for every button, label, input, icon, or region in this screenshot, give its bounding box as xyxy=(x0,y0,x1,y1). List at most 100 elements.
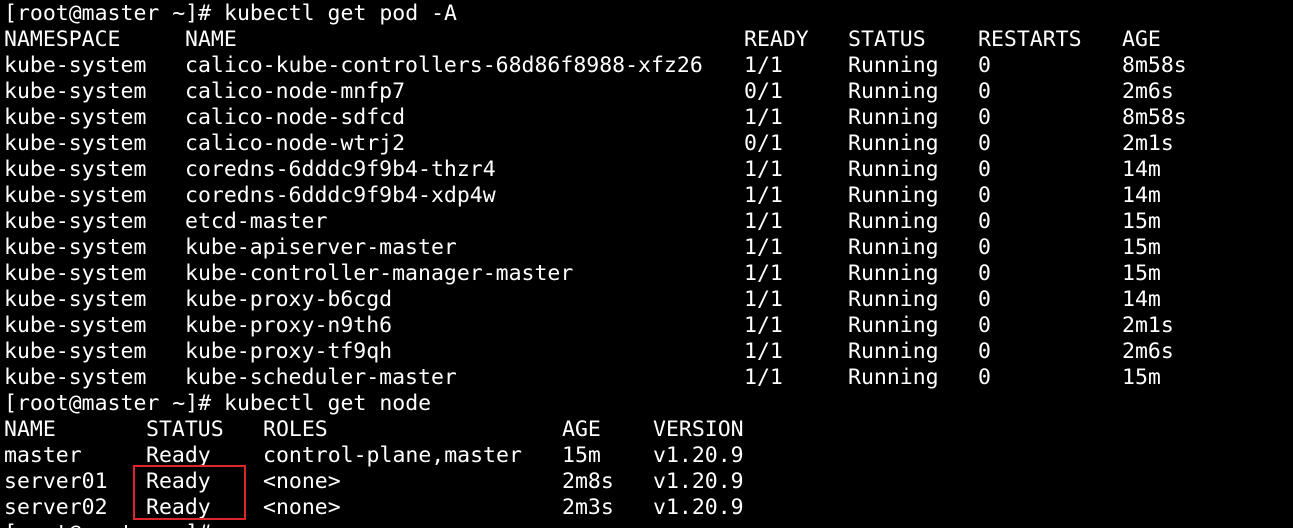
pods-cell: 0 xyxy=(978,131,991,156)
pods-cell: 1/1 xyxy=(744,53,783,78)
nodes-cell: 2m8s xyxy=(562,469,614,494)
pods-cell: 0/1 xyxy=(744,79,783,104)
pods-cell: 0 xyxy=(978,365,991,390)
nodes-cell: <none> xyxy=(263,495,341,520)
shell-prompt: [root@master ~]# xyxy=(4,1,212,26)
nodes-header-cell: NAME xyxy=(4,417,56,442)
pods-cell: 0 xyxy=(978,157,991,182)
pods-header-cell: NAME xyxy=(185,27,237,52)
pods-cell: kube-proxy-tf9qh xyxy=(185,339,393,364)
nodes-cell: control-plane,master xyxy=(263,443,522,468)
command-text: kubectl get node xyxy=(224,391,432,416)
nodes-cell: <none> xyxy=(263,469,341,494)
pods-cell: 0 xyxy=(978,79,991,104)
pods-cell: 1/1 xyxy=(744,183,783,208)
pods-header-cell: AGE xyxy=(1122,27,1161,52)
pods-cell: 1/1 xyxy=(744,339,783,364)
nodes-cell: 2m3s xyxy=(562,495,614,520)
pods-cell: 14m xyxy=(1122,157,1161,182)
pods-cell: calico-node-wtrj2 xyxy=(185,131,406,156)
pods-cell: coredns-6dddc9f9b4-thzr4 xyxy=(185,157,496,182)
pods-cell: kube-system xyxy=(4,131,147,156)
pods-header-cell: RESTARTS xyxy=(978,27,1082,52)
pods-cell: calico-node-mnfp7 xyxy=(185,79,406,104)
pods-cell: kube-apiserver-master xyxy=(185,235,457,260)
shell-prompt: [root@master ~]# xyxy=(4,521,211,528)
pods-cell: kube-system xyxy=(4,313,147,338)
pods-cell: 0 xyxy=(978,183,991,208)
pods-cell: Running xyxy=(848,131,939,156)
pods-cell: kube-scheduler-master xyxy=(185,365,457,390)
pods-cell: 0 xyxy=(978,209,991,234)
shell-prompt: [root@master ~]# xyxy=(4,391,212,416)
nodes-cell: master xyxy=(4,443,82,468)
pods-cell: 2m6s xyxy=(1122,339,1174,364)
pods-cell: kube-system xyxy=(4,53,147,78)
nodes-cell: v1.20.9 xyxy=(653,469,744,494)
pods-cell: 1/1 xyxy=(744,105,783,130)
pods-header-cell: NAMESPACE xyxy=(4,27,121,52)
next-prompt-line: [root@master ~]# xyxy=(0,521,211,528)
pods-cell: 0 xyxy=(978,261,991,286)
nodes-header-cell: ROLES xyxy=(263,417,328,442)
pods-cell: 0 xyxy=(978,287,991,312)
pods-cell: 1/1 xyxy=(744,235,783,260)
pods-cell: 0 xyxy=(978,105,991,130)
pods-command-line: [root@master ~]# kubectl get pod -A xyxy=(0,1,457,27)
pods-header-cell: READY xyxy=(744,27,809,52)
pods-cell: etcd-master xyxy=(185,209,328,234)
pods-cell: 1/1 xyxy=(744,365,783,390)
pods-cell: 15m xyxy=(1122,235,1161,260)
pods-cell: kube-controller-manager-master xyxy=(185,261,574,286)
pods-cell: 15m xyxy=(1122,209,1161,234)
pods-cell: Running xyxy=(848,287,939,312)
pods-cell: kube-system xyxy=(4,339,147,364)
pods-cell: 1/1 xyxy=(744,287,783,312)
nodes-cell: v1.20.9 xyxy=(653,495,744,520)
pods-cell: 1/1 xyxy=(744,157,783,182)
nodes-cell: server02 xyxy=(4,495,108,520)
pods-cell: kube-system xyxy=(4,157,147,182)
pods-cell: 1/1 xyxy=(744,261,783,286)
terminal-window[interactable]: [root@master ~]# kubectl get pod -A NAME… xyxy=(0,0,1293,528)
pods-cell: 0 xyxy=(978,313,991,338)
nodes-cell: server01 xyxy=(4,469,108,494)
pods-cell: Running xyxy=(848,105,939,130)
pods-cell: 14m xyxy=(1122,287,1161,312)
pods-cell: 0 xyxy=(978,339,991,364)
pods-cell: calico-kube-controllers-68d86f8988-xfz26 xyxy=(185,53,703,78)
pods-cell: kube-system xyxy=(4,235,147,260)
nodes-command-line: [root@master ~]# kubectl get node xyxy=(0,391,431,417)
pods-cell: Running xyxy=(848,339,939,364)
pods-cell: 1/1 xyxy=(744,209,783,234)
pods-cell: kube-system xyxy=(4,79,147,104)
pods-cell: 8m58s xyxy=(1122,105,1187,130)
pods-cell: Running xyxy=(848,261,939,286)
nodes-cell: 15m xyxy=(562,443,601,468)
pods-cell: calico-node-sdfcd xyxy=(185,105,406,130)
command-text: kubectl get pod -A xyxy=(224,1,457,26)
pods-cell: kube-system xyxy=(4,261,147,286)
pods-cell: 1/1 xyxy=(744,313,783,338)
pods-cell: 15m xyxy=(1122,365,1161,390)
pods-cell: 8m58s xyxy=(1122,53,1187,78)
nodes-cell: v1.20.9 xyxy=(653,443,744,468)
pods-cell: 14m xyxy=(1122,183,1161,208)
nodes-header-cell: AGE xyxy=(562,417,601,442)
pods-cell: Running xyxy=(848,365,939,390)
pods-cell: Running xyxy=(848,209,939,234)
pods-cell: kube-system xyxy=(4,183,147,208)
pods-cell: 2m1s xyxy=(1122,313,1174,338)
pods-cell: 2m6s xyxy=(1122,79,1174,104)
pods-cell: Running xyxy=(848,79,939,104)
pods-cell: 0 xyxy=(978,235,991,260)
nodes-header-cell: STATUS xyxy=(146,417,224,442)
pods-cell: 0 xyxy=(978,53,991,78)
pods-cell: Running xyxy=(848,157,939,182)
pods-cell: kube-system xyxy=(4,287,147,312)
pods-cell: kube-system xyxy=(4,365,147,390)
ready-status-highlight-box xyxy=(133,465,246,520)
pods-cell: Running xyxy=(848,53,939,78)
pods-cell: kube-proxy-b6cgd xyxy=(185,287,393,312)
pods-cell: 0/1 xyxy=(744,131,783,156)
